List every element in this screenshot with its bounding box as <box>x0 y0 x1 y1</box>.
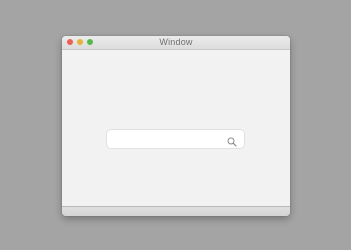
title-bar[interactable]: Window <box>62 36 290 50</box>
window-content <box>62 50 290 207</box>
window-title: Window <box>159 37 193 47</box>
desktop: Window <box>0 0 351 250</box>
search-field[interactable] <box>106 129 245 149</box>
search-input[interactable] <box>113 132 221 146</box>
search-icon[interactable] <box>227 134 237 147</box>
status-bar <box>62 206 290 216</box>
app-window: Window <box>62 36 290 216</box>
